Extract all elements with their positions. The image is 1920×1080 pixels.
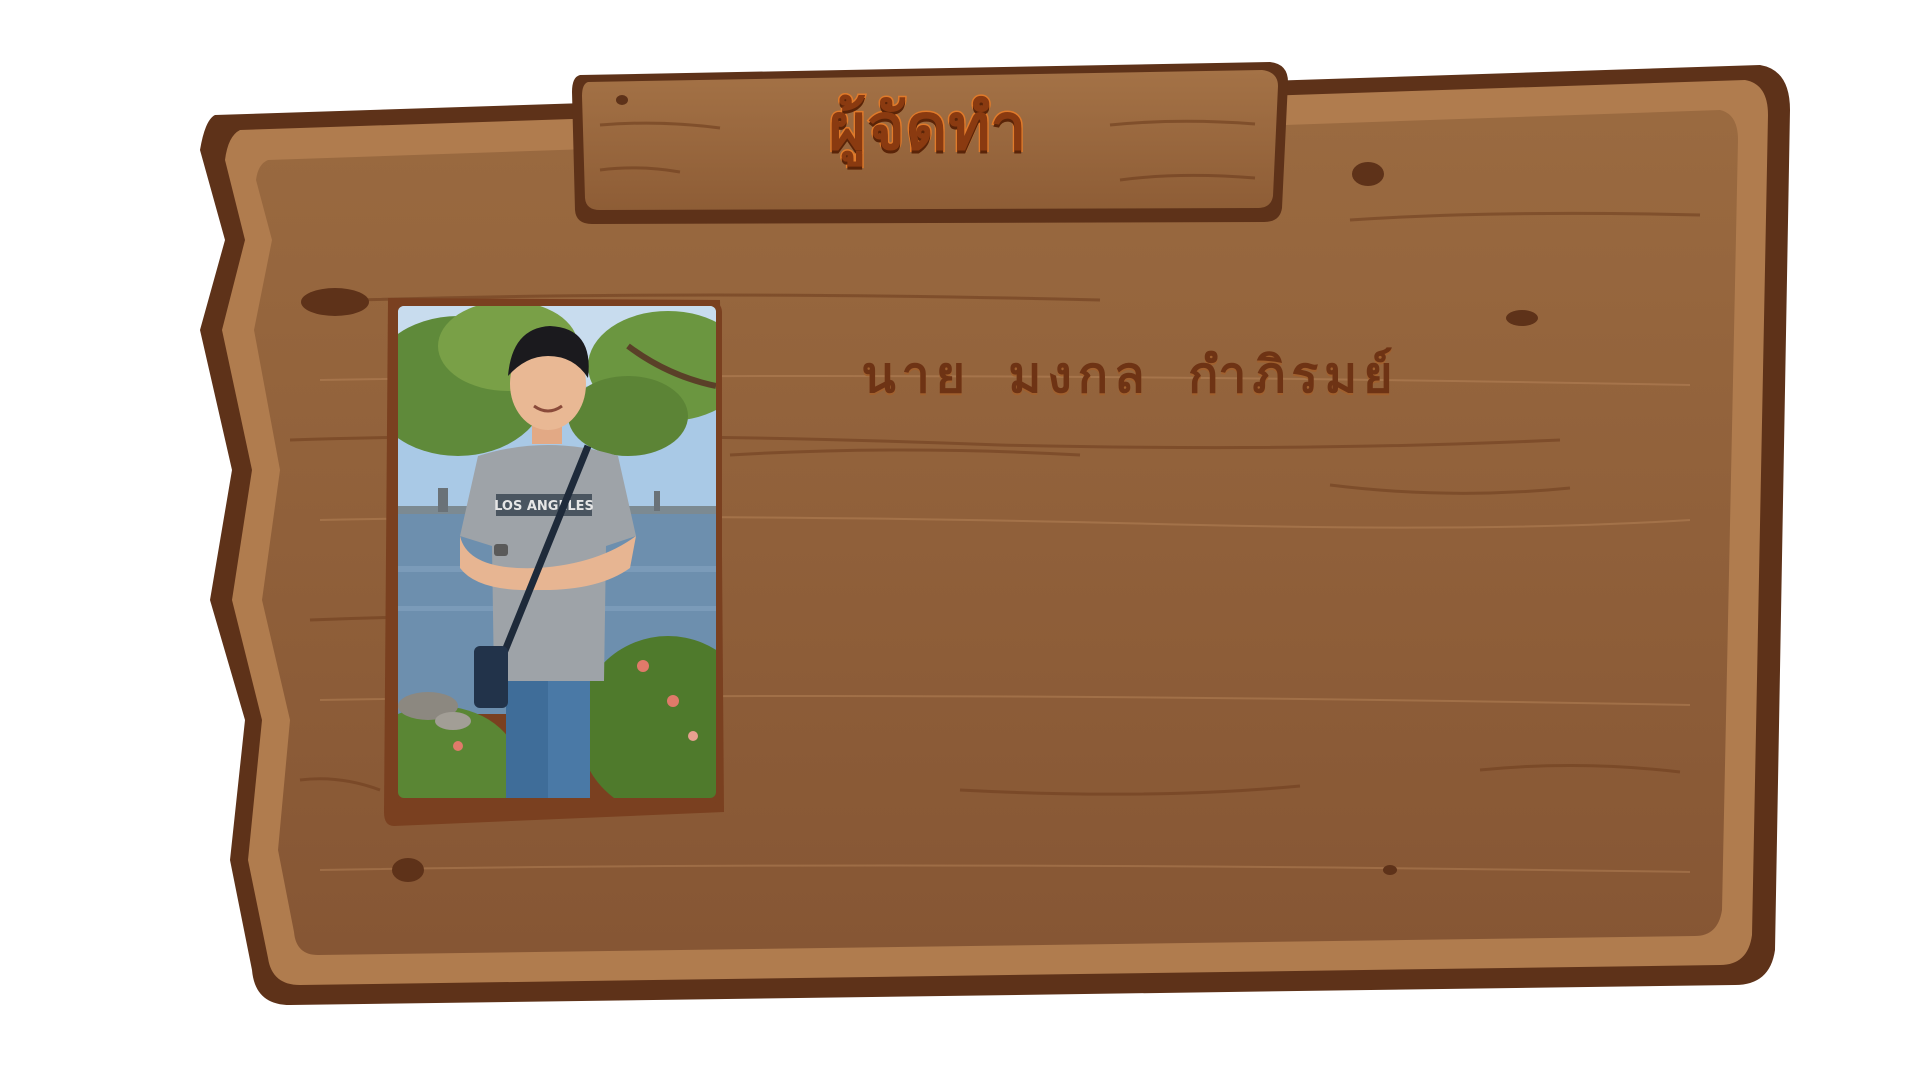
profile-photo-illustration: LOS ANGELES bbox=[398, 306, 716, 798]
sign-title: ผู้จัดทำ bbox=[827, 90, 1028, 167]
creator-name: นาย มงกล กำภิรมย์ bbox=[861, 345, 1399, 404]
profile-photo: LOS ANGELES bbox=[398, 306, 716, 798]
shirt-print: LOS ANGELES bbox=[494, 499, 594, 514]
wooden-sign-scene: ผู้จัดทำ LOS ANGELES นาย มงกล กำภิรมย์ bbox=[0, 0, 1920, 1080]
